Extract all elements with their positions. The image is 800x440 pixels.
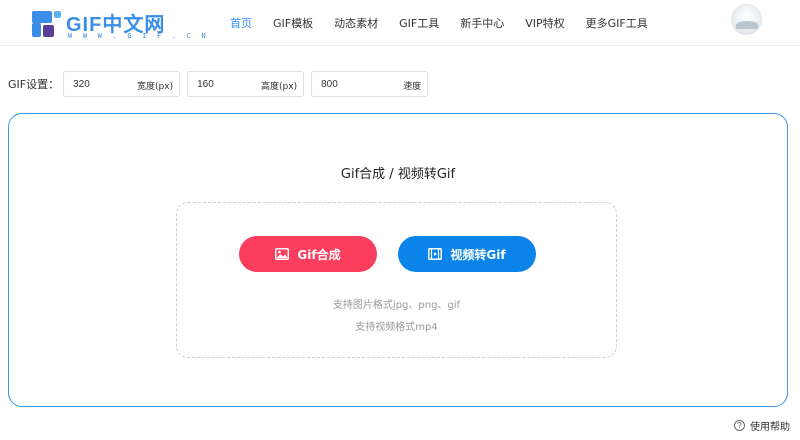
nav-more-gif-tools[interactable]: 更多GIF工具 — [586, 15, 648, 31]
help-link[interactable]: ? 使用帮助 — [734, 418, 790, 433]
nav-home[interactable]: 首页 — [230, 15, 252, 31]
panel-title: Gif合成 / 视频转Gif — [340, 167, 456, 182]
top-header: GIF中文网 W W W . G I F . C N 首页 GIF模板 动态素材… — [0, 0, 800, 46]
site-logo[interactable]: GIF中文网 W W W . G I F . C N — [32, 9, 206, 43]
width-field: 宽度(px) — [63, 71, 181, 97]
gif-settings-row: GIF设置： 宽度(px) 高度(px) 速度 — [8, 71, 435, 97]
gif-compose-button[interactable]: Gif合成 — [239, 236, 377, 272]
logo-mark-icon — [32, 11, 62, 39]
gif-compose-label: Gif合成 — [297, 247, 341, 262]
speed-unit-label: 速度 — [403, 82, 422, 92]
film-icon — [428, 248, 443, 260]
height-input[interactable] — [197, 76, 258, 92]
video-to-gif-button[interactable]: 视频转Gif — [398, 236, 536, 272]
question-circle-icon: ? — [734, 420, 745, 431]
help-label: 使用帮助 — [750, 422, 790, 433]
height-unit-label: 高度(px) — [261, 82, 298, 92]
width-input[interactable] — [73, 76, 134, 92]
nav-gif-tools[interactable]: GIF工具 — [399, 15, 439, 31]
speed-input[interactable] — [321, 76, 382, 92]
upload-dropzone[interactable]: Gif合成 视频转Gif 支持图片格式jpg、png、gif 支持视频格式mp4 — [176, 202, 617, 358]
upload-panel: Gif合成 / 视频转Gif Gif合成 视频转Gif 支持图片格式jpg、pn… — [8, 113, 788, 407]
video-to-gif-label: 视频转Gif — [450, 247, 506, 262]
image-icon — [275, 248, 290, 260]
avatar-image-icon — [736, 21, 758, 29]
logo-subtext: W W W . G I F . C N — [68, 32, 209, 40]
nav-vip[interactable]: VIP特权 — [525, 15, 564, 31]
settings-label: GIF设置： — [8, 78, 60, 91]
speed-field: 速度 — [311, 71, 429, 97]
video-format-hint: 支持视频格式mp4 — [355, 322, 438, 333]
width-unit-label: 宽度(px) — [137, 82, 174, 92]
user-avatar[interactable] — [731, 4, 762, 35]
nav-beginner-center[interactable]: 新手中心 — [460, 15, 504, 31]
height-field: 高度(px) — [187, 71, 305, 97]
nav-gif-templates[interactable]: GIF模板 — [273, 15, 313, 31]
image-format-hint: 支持图片格式jpg、png、gif — [332, 300, 461, 311]
nav-dynamic-materials[interactable]: 动态素材 — [334, 15, 378, 31]
main-nav: 首页 GIF模板 动态素材 GIF工具 新手中心 VIP特权 更多GIF工具 — [230, 0, 669, 46]
